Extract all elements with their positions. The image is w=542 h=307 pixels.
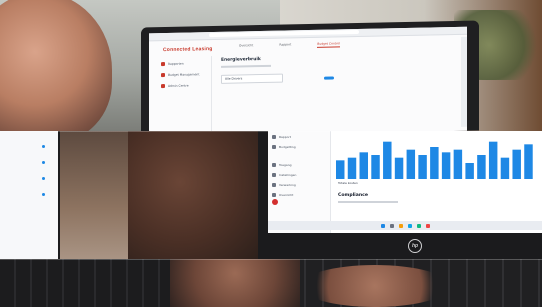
chart-bar [512,149,521,179]
keyboard-left [0,259,180,307]
menu-icon [272,173,276,177]
brand-logo: Connected Leasing [163,46,213,54]
section-title: Compliance [338,193,368,198]
nav-item-label: Rapport [279,135,291,139]
nav-item: Rapport [272,133,326,141]
chart-bar [430,147,439,179]
chart-bar [524,144,533,179]
hp-logo: hp [408,239,422,253]
menu-icon [272,145,276,149]
nav-item: Overzicht [272,191,326,199]
sidebar-item: Admin Centre [161,81,207,90]
chart-bar [383,141,392,179]
menu-icon [161,84,165,89]
laptop-screen-bottom: Rapport Budgetting Toegang Instellingen … [268,131,542,233]
windows-icon [380,223,385,228]
tab-overview: Overzicht [239,43,254,48]
nav-item: Verwerking [272,181,326,189]
collage-divider [0,131,542,132]
laptop-top: Connected Leasing Overzicht Rapport Budg… [141,20,479,131]
menu-icon [161,62,165,67]
nav-item-label: Budgetting [279,145,296,149]
nav-item: Instellingen [272,171,326,179]
tab-report: Rapport [279,42,292,47]
chart-bar [406,149,416,179]
record-button-icon [272,199,278,205]
section-subtitle-line [338,201,398,203]
sidebar-item: Rapporten [161,59,207,68]
menu-icon [272,163,276,167]
app-icon [416,223,421,228]
menu-icon [272,135,276,139]
browser-bar [149,26,467,42]
sidebar-item-label: Rapporten [168,61,184,66]
blurred-hand [300,265,450,307]
status-dot [42,161,45,164]
chart-bar [347,157,357,179]
chart-bar [418,155,427,179]
search-icon [389,223,394,228]
chart-bar [394,157,404,179]
folder-icon [398,223,403,228]
chart-bar [336,160,345,179]
tab-budget-control: Budget Control [317,41,340,48]
right-rail [461,36,467,127]
sidebar: Rapporten Budget Management Admin Centre [157,56,212,131]
photo-strip-middle: Rapport Budgetting Toegang Instellingen … [0,131,542,259]
menu-icon [272,193,276,197]
dropdown-value: Alle Drivers [225,76,243,81]
chart-bar [465,163,474,179]
sidebar-item-label: Budget Management [168,72,200,77]
nav-item-label: Toegang [279,163,292,167]
status-dot [42,193,45,196]
chart-bar [488,141,498,179]
address-field [209,29,359,38]
chart-bar [371,155,380,179]
chart-bar [477,155,486,179]
sidebar-item: Budget Management [161,70,207,79]
nav-item-label: Overzicht [279,193,294,197]
tab-bar: Overzicht Rapport Budget Control [239,41,340,49]
photo-collage: Connected Leasing Overzicht Rapport Budg… [0,0,542,307]
person-hand [170,259,300,307]
page-title: Energieverbruik [221,57,261,63]
nav-item: Toegang [272,161,326,169]
menu-icon [161,73,165,78]
browser-icon [407,223,412,228]
chart-bar [500,157,510,179]
chart-bar [441,152,451,179]
nav-item-label: Verwerking [279,183,296,187]
laptop-screen-top: Connected Leasing Overzicht Rapport Budg… [149,26,467,131]
menu-icon [272,183,276,187]
nav-item: Budgetting [272,143,326,151]
chart-caption: Totale kosten [338,181,358,185]
photo-strip-bottom [0,259,542,307]
sidebar-item-label: Admin Centre [168,83,189,88]
nav-panel: Rapport Budgetting Toegang Instellingen … [268,131,331,233]
laptop-screen-left [0,131,66,259]
app-icon [425,223,430,228]
taskbar [268,221,542,230]
photo-strip-top: Connected Leasing Overzicht Rapport Budg… [0,0,542,131]
chart-bar [359,152,368,179]
collage-divider [0,259,542,260]
status-dot [42,145,45,148]
chart-bar [453,149,463,179]
person-head [0,0,112,131]
status-dot [42,177,45,180]
nav-item-label: Instellingen [279,173,297,177]
subtitle-line [221,64,271,68]
person-arm [128,131,258,259]
toggle-switch [324,76,334,80]
laptop-bottom: Rapport Budgetting Toegang Instellingen … [258,131,542,259]
driver-dropdown: Alle Drivers [221,73,283,84]
